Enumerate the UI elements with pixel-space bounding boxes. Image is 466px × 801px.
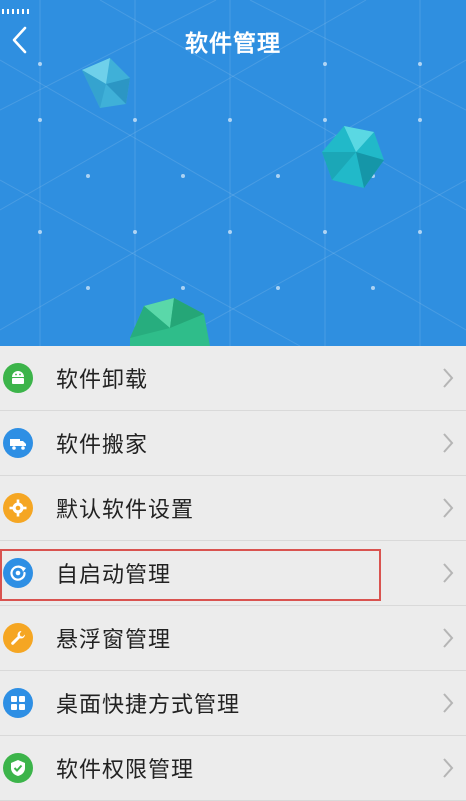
menu-item-floating-window[interactable]: 悬浮窗管理 (0, 606, 466, 671)
menu-item-label: 软件搬家 (56, 433, 149, 458)
menu-item-label: 桌面快捷方式管理 (56, 693, 241, 718)
menu-item-autostart[interactable]: 自启动管理 (0, 541, 466, 606)
gem-decoration (322, 126, 384, 188)
chevron-right-icon (438, 558, 458, 588)
menu-item-default-apps[interactable]: 默认软件设置 (0, 476, 466, 541)
menu-item-label: 软件权限管理 (56, 758, 195, 783)
menu-item-label: 软件卸载 (56, 368, 149, 393)
gem-decoration (82, 58, 130, 108)
shield-icon (3, 753, 33, 783)
header-banner: 软件管理 (0, 0, 466, 346)
menu-item-label: 自启动管理 (56, 563, 172, 588)
menu-item-permissions[interactable]: 软件权限管理 (0, 736, 466, 801)
gem-decoration (130, 298, 210, 346)
chevron-right-icon (438, 428, 458, 458)
menu-item-app-move[interactable]: 软件搬家 (0, 411, 466, 476)
menu-item-label: 悬浮窗管理 (56, 628, 172, 653)
chevron-right-icon (438, 363, 458, 393)
gear-icon (3, 493, 33, 523)
chevron-right-icon (438, 493, 458, 523)
chevron-right-icon (438, 753, 458, 783)
menu-item-label: 默认软件设置 (56, 498, 195, 523)
power-cycle-icon (3, 558, 33, 588)
status-bar-signal (0, 0, 36, 14)
android-icon (3, 363, 33, 393)
chevron-right-icon (438, 688, 458, 718)
menu-list: 软件卸载 软件搬家 默认软件设置 自启动管理 悬浮窗管理 桌面快捷方式管理 软件… (0, 346, 466, 801)
truck-icon (3, 428, 33, 458)
menu-item-uninstall[interactable]: 软件卸载 (0, 346, 466, 411)
menu-item-desktop-shortcuts[interactable]: 桌面快捷方式管理 (0, 671, 466, 736)
grid-icon (3, 688, 33, 718)
wrench-icon (3, 623, 33, 653)
chevron-right-icon (438, 623, 458, 653)
page-title: 软件管理 (185, 31, 281, 57)
